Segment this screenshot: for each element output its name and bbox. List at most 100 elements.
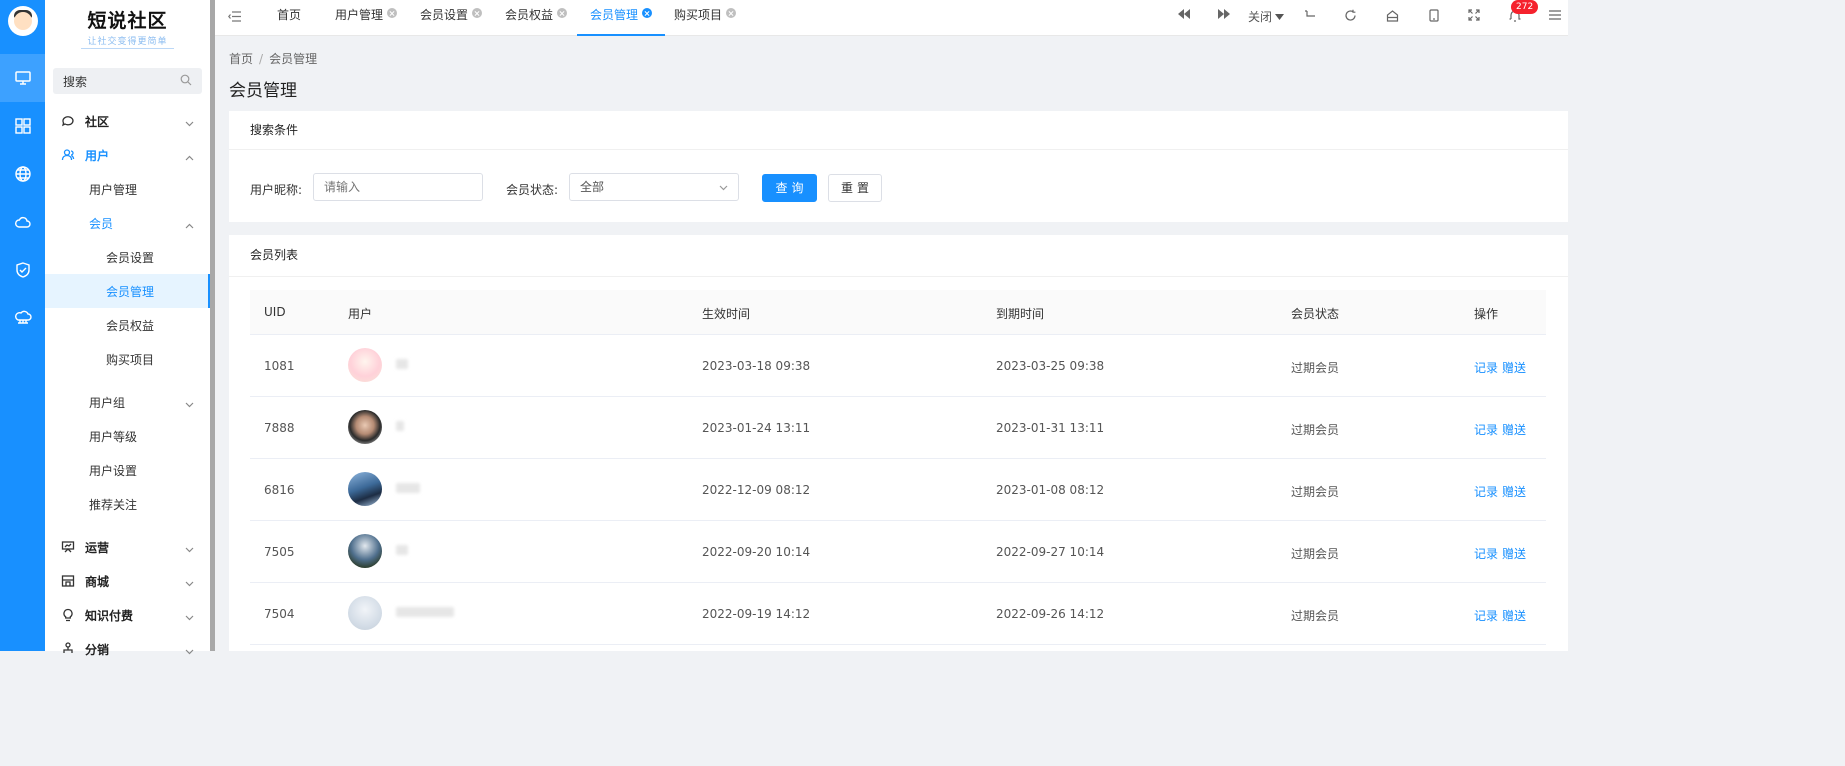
row-end-time: 2022-09-27 10:14 bbox=[996, 545, 1105, 559]
sidebar-item-purchase-items[interactable]: 购买项目 bbox=[45, 342, 210, 376]
avatar bbox=[348, 472, 382, 506]
sidebar-item-paid-knowledge[interactable]: 知识付费 bbox=[45, 598, 210, 632]
sidebar-item-recommended-follow[interactable]: 推荐关注 bbox=[45, 487, 210, 521]
home-icon[interactable] bbox=[1386, 9, 1399, 22]
table-row: 7504 2022-09-19 14:12 2022-09-26 14:12 过… bbox=[250, 583, 1546, 645]
sidebar-item-user-management[interactable]: 用户管理 bbox=[45, 172, 210, 206]
brand-title: 短说社区 bbox=[87, 10, 168, 32]
column-header-uid: UID bbox=[264, 305, 286, 319]
sidebar-item-membership[interactable]: 会员 bbox=[45, 206, 210, 240]
tab-home[interactable]: 首页 bbox=[277, 0, 301, 36]
username-blurred bbox=[396, 483, 420, 493]
users-icon bbox=[61, 148, 75, 162]
sidebar-item-member-settings[interactable]: 会员设置 bbox=[45, 240, 210, 274]
close-icon[interactable] bbox=[557, 8, 568, 18]
chevron-down-icon bbox=[185, 644, 194, 658]
status-select[interactable]: 全部 bbox=[569, 173, 739, 201]
brand: 短说社区 让社交变得更简单 bbox=[45, 0, 210, 52]
menu-icon[interactable] bbox=[1549, 10, 1561, 20]
backward-icon[interactable] bbox=[1178, 9, 1190, 19]
row-start-time: 2022-12-09 08:12 bbox=[702, 483, 811, 497]
record-link[interactable]: 记录 bbox=[1474, 547, 1498, 561]
column-header-actions: 操作 bbox=[1474, 307, 1499, 321]
column-header-status: 会员状态 bbox=[1291, 307, 1340, 321]
close-tabs-dropdown[interactable]: 关闭 bbox=[1248, 8, 1285, 25]
tab-user-management[interactable]: 用户管理 bbox=[335, 0, 398, 36]
breadcrumb-home[interactable]: 首页 bbox=[229, 52, 253, 66]
globe-icon[interactable] bbox=[0, 150, 45, 198]
sidebar-item-user-levels[interactable]: 用户等级 bbox=[45, 419, 210, 453]
store-icon bbox=[61, 574, 75, 588]
sidebar-item-user-groups[interactable]: 用户组 bbox=[45, 385, 210, 419]
sidebar-item-community[interactable]: 社区 bbox=[45, 104, 210, 138]
sidebar-scrollbar[interactable] bbox=[210, 0, 215, 651]
gift-link[interactable]: 赠送 bbox=[1502, 423, 1526, 437]
avatar-logo-icon bbox=[7, 6, 38, 36]
sidebar-item-mall[interactable]: 商城 bbox=[45, 564, 210, 598]
chevron-down-icon bbox=[719, 174, 728, 200]
monitor-icon[interactable] bbox=[0, 54, 45, 102]
gift-link[interactable]: 赠送 bbox=[1502, 485, 1526, 499]
record-link[interactable]: 记录 bbox=[1474, 609, 1498, 623]
row-start-time: 2022-09-19 14:12 bbox=[702, 607, 811, 621]
record-link[interactable]: 记录 bbox=[1474, 485, 1498, 499]
row-status: 过期会员 bbox=[1291, 609, 1340, 623]
sidebar-item-operations[interactable]: 运营 bbox=[45, 530, 210, 564]
close-icon[interactable] bbox=[642, 8, 653, 18]
avatar bbox=[348, 348, 382, 382]
sidebar-item-member-benefits[interactable]: 会员权益 bbox=[45, 308, 210, 342]
sidebar-item-user[interactable]: 用户 bbox=[45, 138, 210, 172]
chevron-down-icon bbox=[185, 397, 194, 411]
gift-link[interactable]: 赠送 bbox=[1502, 609, 1526, 623]
sidebar-item-user-settings[interactable]: 用户设置 bbox=[45, 453, 210, 487]
cloud-icon[interactable] bbox=[0, 198, 45, 246]
row-actions: 记录 赠送 bbox=[1474, 545, 1530, 562]
avatar bbox=[348, 596, 382, 630]
row-start-time: 2022-09-20 10:14 bbox=[702, 545, 811, 559]
return-icon[interactable] bbox=[1304, 9, 1316, 21]
row-actions: 记录 赠送 bbox=[1474, 359, 1530, 376]
sidebar: 短说社区 让社交变得更简单 搜索 社区 用户 用户管理 会员 会员设置 会员管理… bbox=[45, 0, 210, 657]
row-uid: 7504 bbox=[264, 607, 295, 621]
row-actions: 记录 赠送 bbox=[1474, 421, 1530, 438]
query-button[interactable]: 查询 bbox=[762, 174, 817, 202]
gift-link[interactable]: 赠送 bbox=[1502, 547, 1526, 561]
fullscreen-icon[interactable] bbox=[1468, 9, 1480, 21]
tab-member-management[interactable]: 会员管理 bbox=[577, 0, 666, 36]
row-actions: 记录 赠送 bbox=[1474, 483, 1530, 500]
column-header-end-time: 到期时间 bbox=[996, 307, 1045, 321]
close-icon[interactable] bbox=[472, 8, 483, 18]
mobile-icon[interactable] bbox=[1429, 9, 1439, 22]
sidebar-item-member-management[interactable]: 会员管理 bbox=[45, 274, 210, 308]
refresh-icon[interactable] bbox=[1344, 9, 1357, 22]
notification-badge: 272 bbox=[1511, 0, 1539, 14]
row-end-time: 2023-01-31 13:11 bbox=[996, 421, 1105, 435]
sidebar-item-distribution[interactable]: 分销 bbox=[45, 632, 210, 666]
close-icon[interactable] bbox=[726, 8, 737, 18]
shield-check-icon[interactable] bbox=[0, 246, 45, 294]
logo bbox=[0, 0, 45, 42]
member-list-title: 会员列表 bbox=[229, 235, 1568, 277]
forward-icon[interactable] bbox=[1218, 9, 1230, 19]
close-icon[interactable] bbox=[387, 8, 398, 18]
search-card-title: 搜索条件 bbox=[229, 111, 1568, 150]
collapse-menu-icon[interactable] bbox=[228, 11, 241, 22]
member-table: UID 用户 生效时间 到期时间 会员状态 操作 1081 2023-03-18… bbox=[250, 290, 1546, 645]
grid-icon[interactable] bbox=[0, 102, 45, 150]
row-uid: 7888 bbox=[264, 421, 295, 435]
tab-member-settings[interactable]: 会员设置 bbox=[420, 0, 483, 36]
reset-button[interactable]: 重置 bbox=[828, 174, 882, 202]
breadcrumb-current: 会员管理 bbox=[269, 52, 318, 66]
row-status: 过期会员 bbox=[1291, 423, 1340, 437]
cloud-network-icon[interactable] bbox=[0, 294, 45, 342]
chevron-up-icon bbox=[185, 150, 194, 164]
record-link[interactable]: 记录 bbox=[1474, 423, 1498, 437]
presentation-icon bbox=[61, 540, 75, 554]
sidebar-search[interactable]: 搜索 bbox=[53, 68, 202, 94]
record-link[interactable]: 记录 bbox=[1474, 361, 1498, 375]
nickname-label: 用户昵称: bbox=[250, 183, 303, 197]
tab-purchase-items[interactable]: 购买项目 bbox=[674, 0, 737, 36]
nickname-input[interactable] bbox=[313, 173, 483, 201]
tab-member-benefits[interactable]: 会员权益 bbox=[505, 0, 568, 36]
gift-link[interactable]: 赠送 bbox=[1502, 361, 1526, 375]
